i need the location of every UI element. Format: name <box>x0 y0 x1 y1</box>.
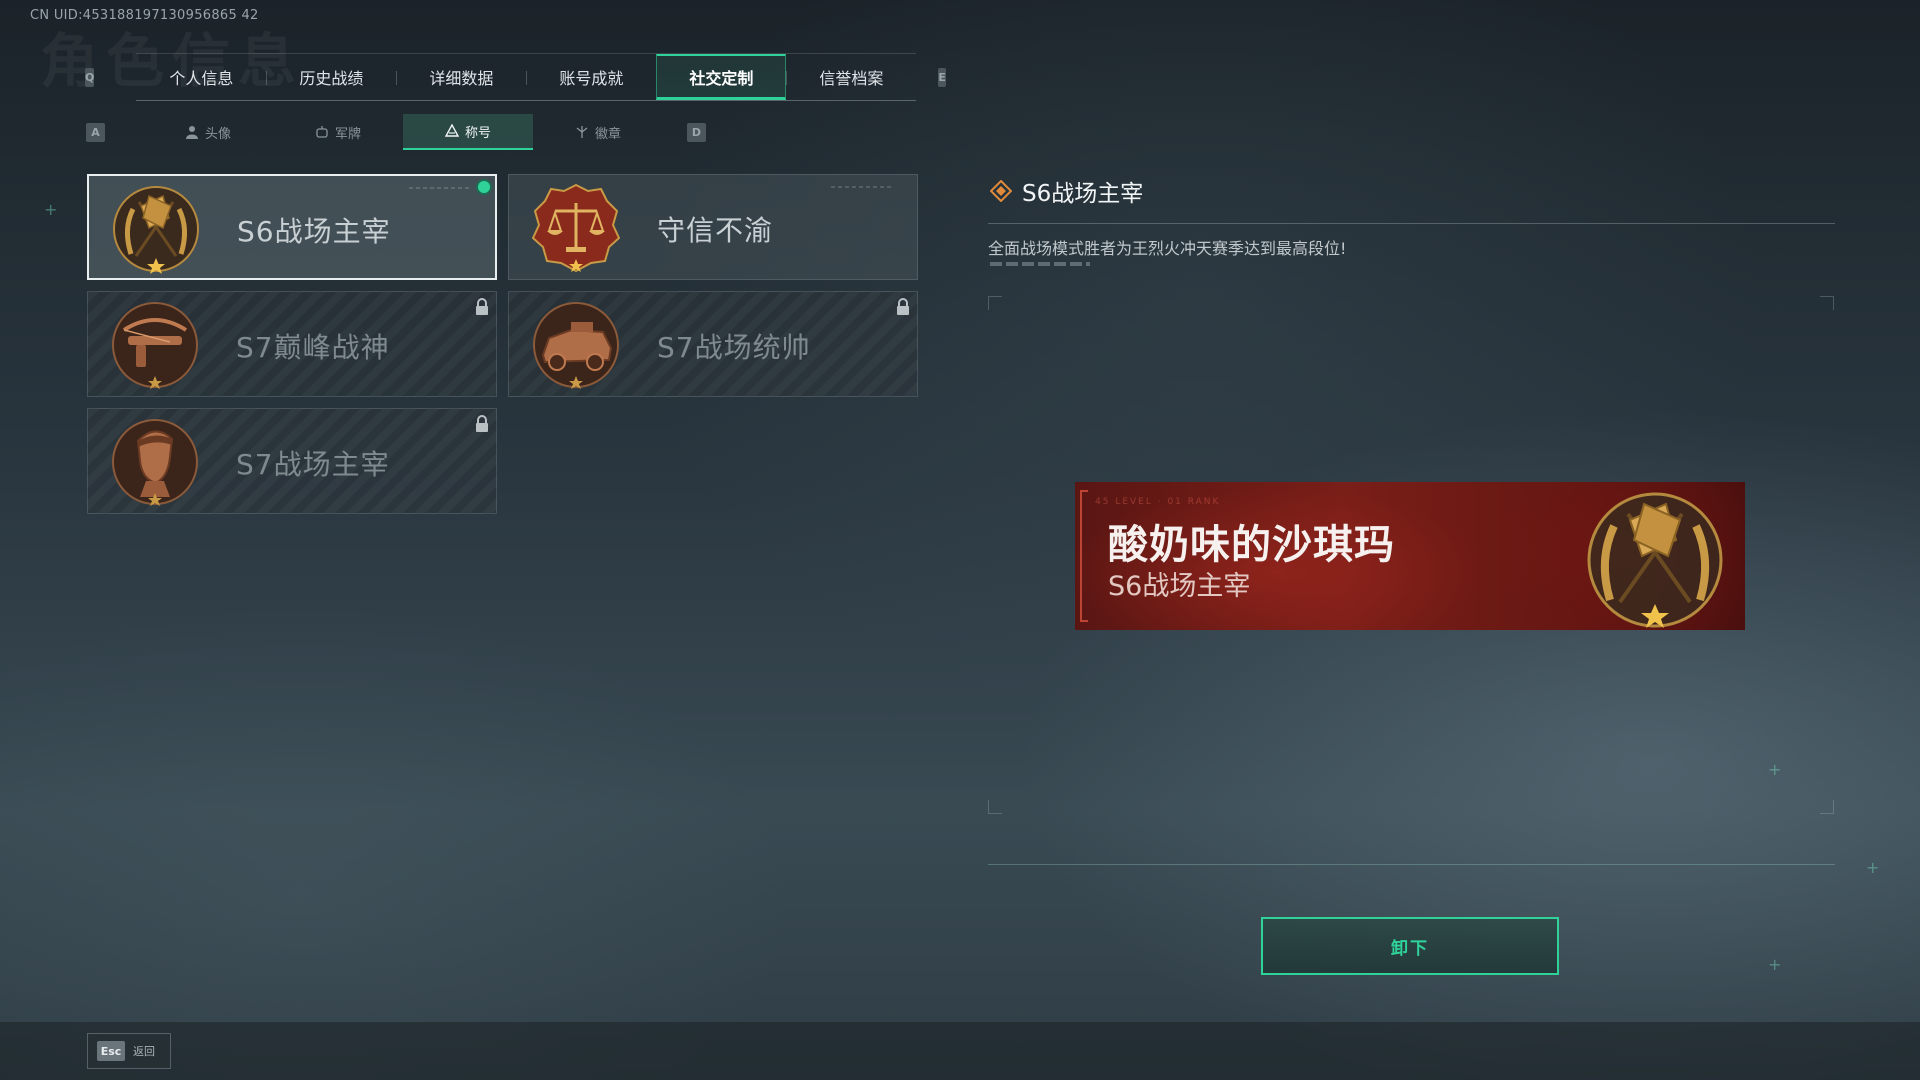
subtab-avatar[interactable]: 头像 <box>143 114 273 150</box>
subtab-title[interactable]: 称号 <box>403 114 533 150</box>
title-card-s6-battlefield-master[interactable]: S6战场主宰 <box>87 174 497 280</box>
dogtag-icon <box>316 126 328 138</box>
deco-plus-icon: + <box>1768 955 1782 974</box>
title-card-label: 守信不渝 <box>657 214 774 247</box>
detail-description: 全面战场模式胜者为王烈火冲天赛季达到最高段位! <box>988 239 1347 258</box>
badge-icon <box>576 126 588 138</box>
title-card-s7-battlefield-master[interactable]: S7战场主宰 <box>87 408 497 514</box>
card-deco-line <box>831 186 891 188</box>
title-nameplate-preview: 45 LEVEL · 01 RANK 酸奶味的沙琪玛 S6战场主宰 <box>1075 482 1745 630</box>
back-label: 返回 <box>133 1045 155 1058</box>
frame-corner <box>1820 296 1834 310</box>
equipped-indicator <box>476 179 492 195</box>
lock-icon <box>897 298 909 315</box>
detail-header: S6战场主宰 <box>990 174 1143 208</box>
subtab-badge-label: 徽章 <box>594 126 621 142</box>
tab-match-history[interactable]: 历史战绩 <box>266 54 396 100</box>
divider <box>988 223 1835 224</box>
lock-icon <box>476 415 488 432</box>
tab-right-key-hint[interactable]: E <box>938 67 946 87</box>
subtab-right-key-hint[interactable]: D <box>687 122 706 142</box>
tab-personal-info[interactable]: 个人信息 <box>136 54 266 100</box>
main-tab-row: 个人信息 历史战绩 详细数据 账号成就 社交定制 信誉档案 <box>136 53 917 101</box>
crossbow-emblem-icon <box>112 302 198 389</box>
deco-plus-icon: + <box>44 200 58 219</box>
preview-title: S6战场主宰 <box>1108 571 1251 602</box>
crossed-flags-emblem-icon <box>1587 492 1723 628</box>
tab-credit-record[interactable]: 信誉档案 <box>786 54 916 100</box>
detail-title-name: S6战场主宰 <box>1022 181 1144 207</box>
tab-left-key-hint[interactable]: Q <box>85 67 95 87</box>
frame-corner <box>1820 800 1834 814</box>
subtab-left-key-hint[interactable]: A <box>86 122 105 142</box>
deco-plus-icon: + <box>1866 858 1880 877</box>
card-deco-line <box>409 187 469 189</box>
tab-achievements[interactable]: 账号成就 <box>526 54 656 100</box>
preview-meta-text: 45 LEVEL · 01 RANK <box>1095 497 1221 507</box>
frame-corner <box>988 296 1002 310</box>
description-deco-bar <box>990 262 1090 266</box>
subtab-badge[interactable]: 徽章 <box>533 114 663 150</box>
armored-vehicle-emblem-icon <box>533 302 619 389</box>
title-card-label: S7巅峰战神 <box>236 331 390 364</box>
subtab-dogtag[interactable]: 军牌 <box>273 114 403 150</box>
subtab-dogtag-label: 军牌 <box>334 126 361 142</box>
soldier-portrait-emblem-icon <box>112 419 198 506</box>
subtab-title-label: 称号 <box>464 125 491 141</box>
main-tab-bar: Q 个人信息 历史战绩 详细数据 账号成就 社交定制 信誉档案 E <box>85 53 946 101</box>
title-card-s7-peak-war-god[interactable]: S7巅峰战神 <box>87 291 497 397</box>
unequip-button[interactable]: 卸下 <box>1261 917 1559 975</box>
tab-detailed-data[interactable]: 详细数据 <box>396 54 526 100</box>
deco-plus-icon: + <box>1768 760 1782 779</box>
crossed-flags-emblem-icon <box>113 186 199 274</box>
preview-bracket <box>1080 490 1088 622</box>
footer-bar <box>0 1022 1920 1080</box>
frame-corner <box>988 800 1002 814</box>
title-card-label: S7战场统帅 <box>657 331 811 364</box>
sub-tab-bar: A 头像 军牌 称号 徽章 D <box>86 114 706 150</box>
action-divider <box>988 864 1835 865</box>
title-card-s7-battlefield-commander[interactable]: S7战场统帅 <box>508 291 918 397</box>
lock-icon <box>476 298 488 315</box>
scales-emblem-icon <box>531 183 621 273</box>
tab-social-customization[interactable]: 社交定制 <box>656 54 787 100</box>
title-card-label: S7战场主宰 <box>236 448 390 481</box>
person-icon <box>185 126 198 139</box>
diamond-icon <box>990 180 1012 202</box>
esc-key-hint: Esc <box>97 1041 125 1061</box>
subtab-avatar-label: 头像 <box>204 126 231 142</box>
back-button[interactable]: Esc 返回 <box>87 1033 171 1069</box>
triangle-icon <box>444 124 459 137</box>
title-card-label: S6战场主宰 <box>237 215 391 248</box>
title-card-keep-faith[interactable]: 守信不渝 <box>508 174 918 280</box>
preview-player-name: 酸奶味的沙琪玛 <box>1108 522 1395 568</box>
